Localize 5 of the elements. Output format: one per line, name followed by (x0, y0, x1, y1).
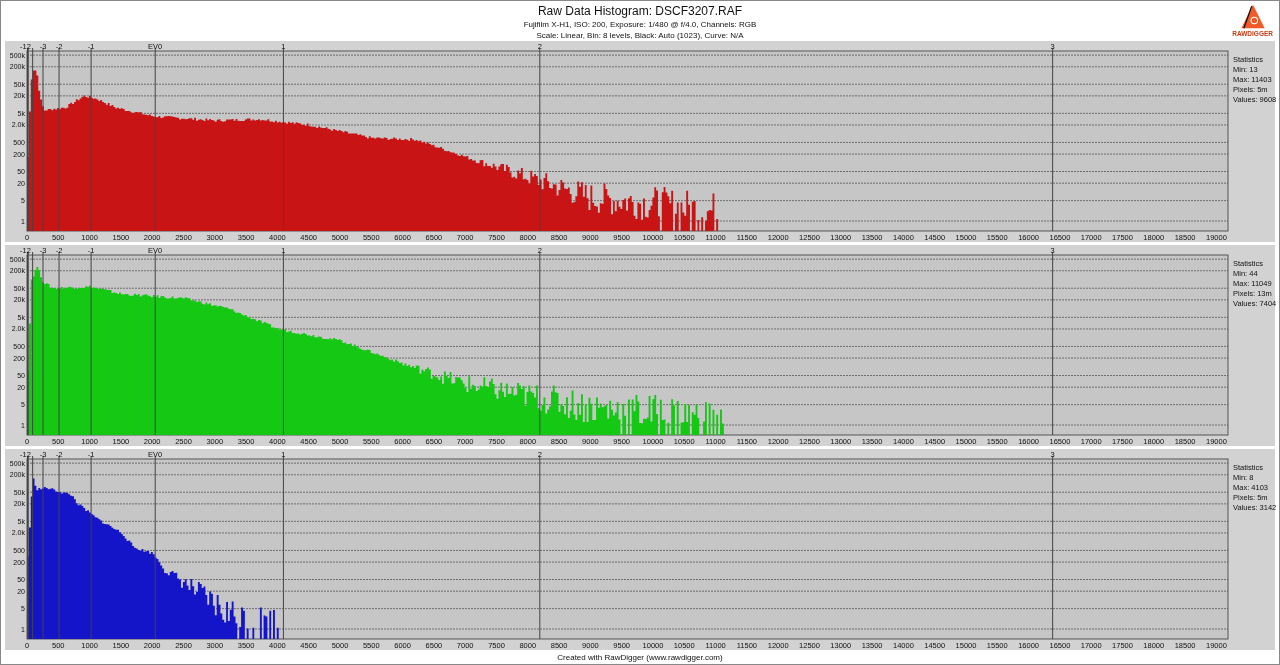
histogram-title: Raw Data Histogram: DSCF3207.RAF (537, 4, 743, 19)
footer-credit: Created with RawDigger (www.rawdigger.com) (557, 652, 723, 662)
logo-icon (1239, 3, 1266, 30)
camera-info: Fujifilm X-H1, ISO: 200, Exposure: 1/480 @ f/4.0, Channels: RGB (523, 19, 757, 30)
scale-settings: Scale: Linear, Bin: 8 levels, Black: Auto (1023), Curve: N/A (536, 30, 744, 41)
